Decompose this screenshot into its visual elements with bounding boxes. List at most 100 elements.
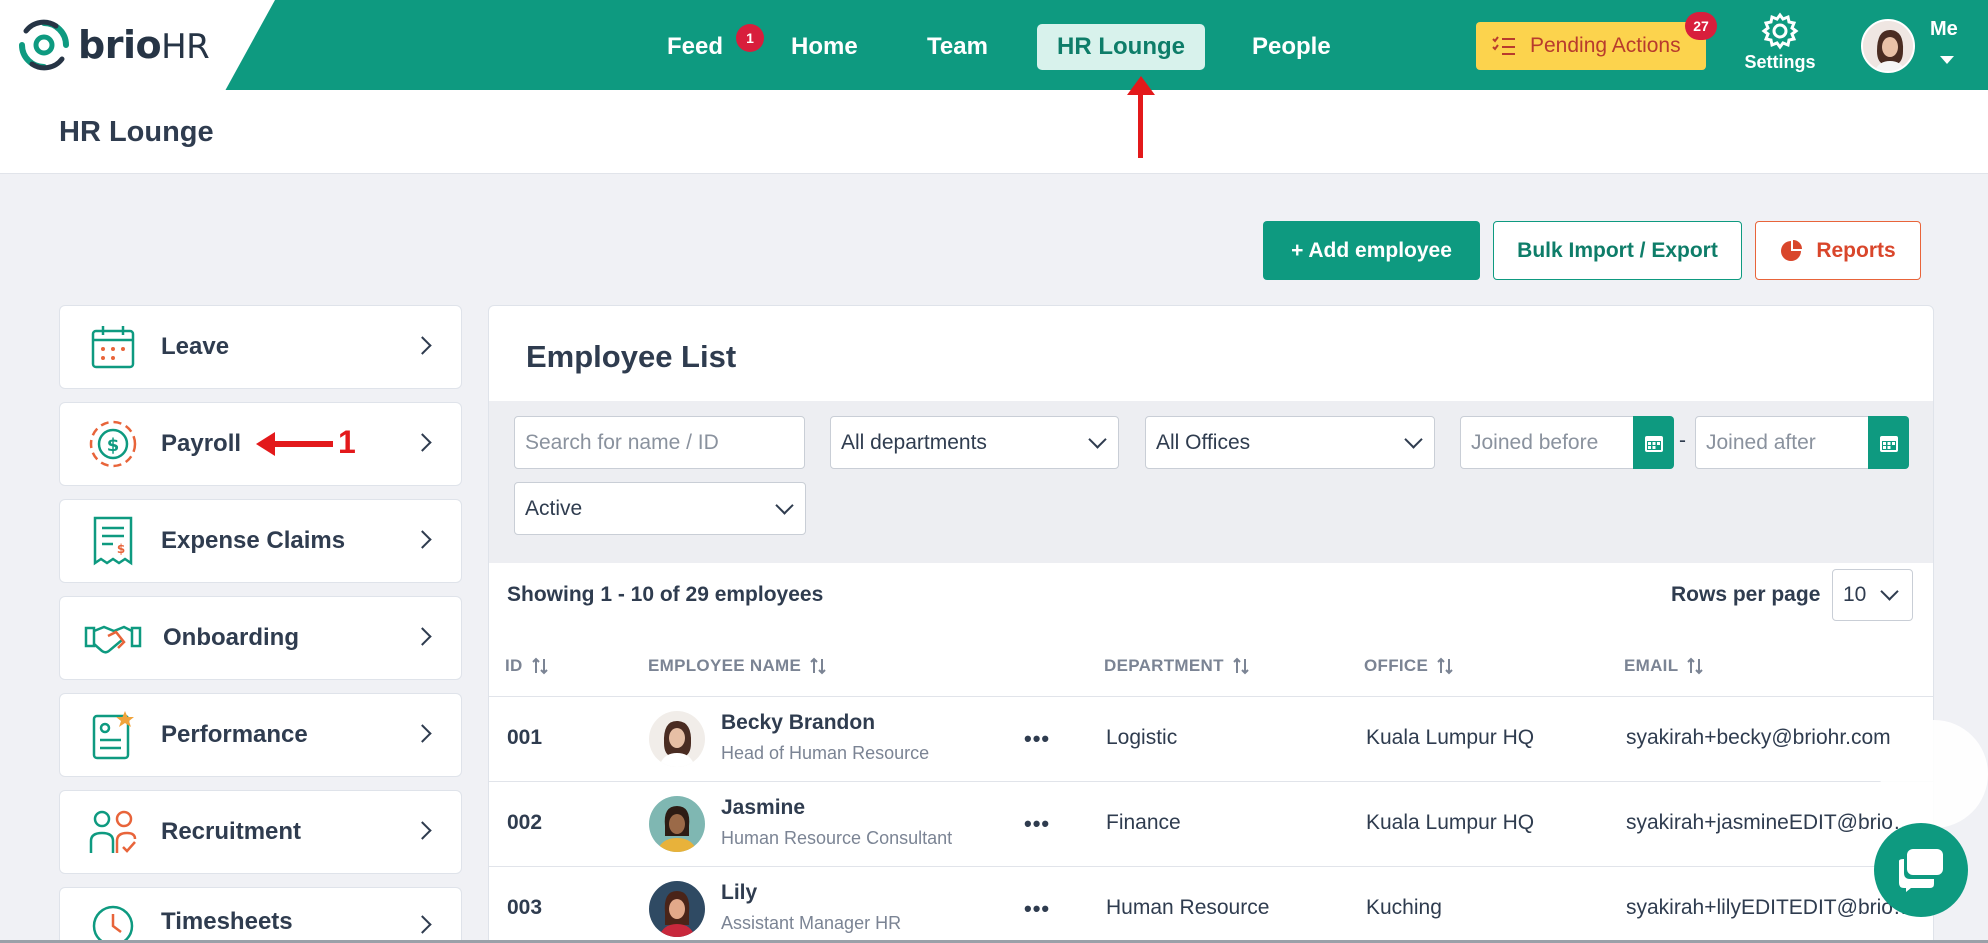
joined-before-input[interactable]: Joined before: [1460, 416, 1638, 469]
row-menu-button[interactable]: •••: [1024, 726, 1050, 752]
clock-icon: [86, 905, 140, 943]
add-employee-button[interactable]: + Add employee: [1263, 221, 1480, 280]
chevron-down-icon: [1404, 430, 1423, 449]
status-select[interactable]: Active: [514, 482, 806, 535]
sort-icon: [1687, 657, 1704, 675]
annotation-arrow-shaft: [1138, 86, 1143, 158]
chevron-right-icon: [413, 433, 432, 452]
receipt-icon: $: [86, 514, 140, 568]
column-header-label: EMPLOYEE NAME: [648, 656, 802, 675]
employee-list-panel: Employee List Search for name / ID All d…: [488, 305, 1934, 943]
employee-avatar: [649, 881, 705, 937]
column-header-department[interactable]: DEPARTMENT: [1104, 656, 1250, 676]
chevron-down-icon[interactable]: [1940, 56, 1954, 64]
sidebar-item-label: Performance: [161, 721, 308, 748]
status-select-value: Active: [525, 496, 583, 520]
employee-id: 001: [507, 726, 543, 749]
gear-icon: [1761, 12, 1799, 50]
sort-icon: [531, 657, 548, 675]
rows-per-page-select[interactable]: 10: [1832, 569, 1913, 621]
employee-name[interactable]: Lily: [721, 881, 757, 905]
employee-name[interactable]: Jasmine: [721, 796, 805, 820]
employee-department: Logistic: [1106, 726, 1178, 749]
sidebar-item-recruitment[interactable]: Recruitment: [59, 790, 462, 874]
sort-icon: [1437, 657, 1453, 675]
table-row[interactable]: 001 Becky Brandon Head of Human Resource…: [489, 696, 1933, 781]
svg-text:$: $: [107, 435, 120, 456]
calendar-button-before[interactable]: [1633, 416, 1674, 469]
nav-team[interactable]: Team: [907, 24, 1008, 70]
rows-per-page-label: Rows per page: [1671, 583, 1821, 606]
avatar-photo-icon: [1863, 21, 1913, 71]
column-header-employee-name[interactable]: EMPLOYEE NAME: [648, 656, 827, 676]
annotation-number: 1: [338, 424, 356, 460]
row-menu-button[interactable]: •••: [1024, 811, 1050, 837]
sidebar-item-expense-claims[interactable]: $ Expense Claims: [59, 499, 462, 583]
calendar-button-after[interactable]: [1868, 416, 1909, 469]
sidebar-item-label: Recruitment: [161, 818, 302, 845]
employee-name[interactable]: Becky Brandon: [721, 711, 875, 735]
employee-id: 003: [507, 896, 543, 919]
checklist-icon: [1492, 36, 1515, 55]
column-header-email[interactable]: EMAIL: [1624, 656, 1704, 676]
nav-hr-lounge[interactable]: HR Lounge: [1037, 24, 1205, 70]
date-range-separator: -: [1679, 429, 1686, 452]
page-title: HR Lounge: [59, 116, 214, 148]
sidebar-item-timesheets[interactable]: Timesheets: [59, 887, 462, 943]
top-navbar: brioHR Feed 1 Home Team HR Lounge People…: [0, 0, 1988, 90]
settings-button[interactable]: Settings: [1740, 12, 1820, 73]
bulk-import-export-button[interactable]: Bulk Import / Export: [1493, 221, 1742, 280]
chevron-right-icon: [413, 724, 432, 743]
search-input[interactable]: Search for name / ID: [514, 416, 805, 469]
nav-feed[interactable]: Feed: [647, 24, 743, 70]
employee-role: Head of Human Resource: [721, 743, 930, 763]
joined-after-input[interactable]: Joined after: [1695, 416, 1873, 469]
avatar-illustration-icon: [649, 881, 705, 937]
calendar-icon: [1644, 435, 1663, 452]
sidebar-item-performance[interactable]: Performance: [59, 693, 462, 777]
sidebar-item-label: Timesheets: [161, 908, 293, 935]
pie-chart-icon: [1781, 239, 1803, 261]
nav-people[interactable]: People: [1232, 24, 1351, 70]
reports-button[interactable]: Reports: [1755, 221, 1921, 280]
column-header-office[interactable]: OFFICE: [1364, 656, 1454, 676]
table-row[interactable]: 003 Lily Assistant Manager HR ••• Human …: [489, 866, 1933, 943]
sidebar-item-label: Payroll: [161, 430, 242, 457]
table-row[interactable]: 002 Jasmine Human Resource Consultant ••…: [489, 781, 1933, 866]
reports-label: Reports: [1816, 238, 1896, 262]
office-select[interactable]: All Offices: [1145, 416, 1435, 469]
avatar-photo-icon: [649, 711, 705, 767]
filter-bar: Search for name / ID All departments All…: [489, 401, 1933, 563]
pending-actions-button[interactable]: Pending Actions: [1476, 22, 1706, 70]
employee-email: syakirah+jasmineEDIT@briohr.com: [1626, 811, 1916, 834]
column-header-label: ID: [505, 656, 523, 675]
chat-button[interactable]: [1874, 823, 1968, 917]
chevron-right-icon: [413, 530, 432, 549]
employee-avatar: [649, 711, 705, 767]
column-header-label: EMAIL: [1624, 656, 1679, 675]
brand-logo[interactable]: brioHR: [0, 0, 275, 90]
svg-text:$: $: [117, 542, 125, 556]
row-menu-button[interactable]: •••: [1024, 896, 1050, 922]
me-label[interactable]: Me: [1930, 18, 1958, 41]
sidebar-item-leave[interactable]: Leave: [59, 305, 462, 389]
result-count: Showing 1 - 10 of 29 employees: [507, 583, 824, 606]
employee-office: Kuala Lumpur HQ: [1366, 726, 1535, 749]
employee-email: syakirah+lilyEDITEDIT@briohr.com: [1626, 896, 1916, 919]
sidebar-item-onboarding[interactable]: Onboarding: [59, 596, 462, 680]
pending-badge: 27: [1685, 12, 1717, 40]
rows-per-page-value: 10: [1843, 583, 1867, 606]
chevron-down-icon: [1088, 430, 1107, 449]
chevron-right-icon: [413, 627, 432, 646]
nav-home[interactable]: Home: [771, 24, 878, 70]
feed-badge: 1: [736, 24, 764, 52]
employee-avatar: [649, 796, 705, 852]
column-header-id[interactable]: ID: [505, 656, 549, 676]
employee-department: Human Resource: [1106, 896, 1270, 919]
employee-role: Human Resource Consultant: [721, 828, 953, 848]
sort-icon: [810, 657, 826, 675]
employee-id: 002: [507, 811, 543, 834]
annotation-arrow-left-icon: [256, 432, 333, 456]
department-select[interactable]: All departments: [830, 416, 1119, 469]
user-avatar[interactable]: [1861, 19, 1915, 73]
